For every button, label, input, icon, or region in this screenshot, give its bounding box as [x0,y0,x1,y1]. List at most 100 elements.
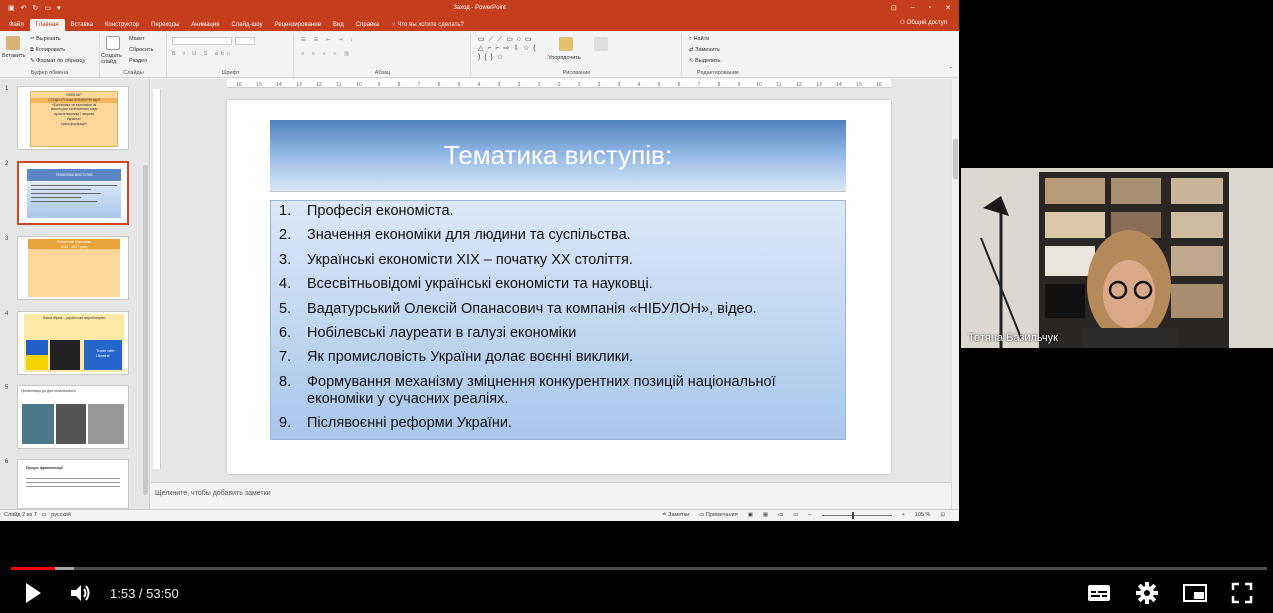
ruler-tick-label: 16 [876,82,882,88]
ruler-tick-label: 5 [658,82,661,88]
tab-file[interactable]: Файл [3,19,30,31]
new-slide-button[interactable]: Создать слайд [101,53,127,65]
format-painter-button[interactable]: ✎ Формат по образцу [30,58,85,64]
slide-sorter-icon[interactable]: ▦ [763,512,768,518]
quick-styles-icon[interactable] [594,37,608,51]
minimize-icon[interactable]: – [911,4,915,12]
slide-body[interactable]: 1. Професія економіста. 2. Значення економі… [270,200,846,440]
copy-label: Копировать [35,47,66,53]
find-button[interactable]: ⌕ Найти [689,36,709,43]
slide-canvas[interactable]: Тематика виступів: 1. Професія економіста… [227,100,891,474]
thumbnail-slide-6[interactable]: Процес фрагментації [17,459,129,509]
play-button[interactable] [22,581,44,610]
thumbnail-slide-1[interactable]: ВЕБІНАР СТУДЕНТСЬКА КОНФЕРЕНЦІЯ «Економі… [17,86,129,150]
slideshow-view-icon[interactable]: ▭ [793,512,798,518]
thumb-5-line: Презентація до Дня незалежності [21,389,76,393]
scrollbar-knob[interactable] [953,139,958,179]
ruler-tick-label: 16 [236,82,242,88]
reset-button[interactable]: Сбросить [129,47,153,53]
status-left: Слайд 2 из 7 ▭ русский [4,512,71,518]
arrange-button[interactable]: Упорядочить [548,55,581,61]
subtitles-button[interactable] [1086,581,1112,610]
ruler-tick-label: 4 [638,82,641,88]
thumbnail-slide-4[interactable]: Наша зброя – українське виробництво Trad… [17,311,129,375]
cut-button[interactable]: ✂ Вырезать [30,36,61,42]
share-button[interactable]: ⚇ Общий доступ [900,19,947,26]
font-size-select[interactable] [235,37,255,45]
miniplayer-icon [1183,584,1207,602]
collapse-ribbon-icon[interactable]: ⌃ [948,67,953,73]
tab-help[interactable]: Справка [350,19,386,31]
miniplayer-button[interactable] [1182,581,1208,610]
notes-toggle[interactable]: ≐ Заметки [662,512,689,518]
tab-animations[interactable]: Анимация [185,19,225,31]
thumbnail-slide-3[interactable]: Рейтингові показники 2022 - 2027 роки [17,236,129,300]
align-buttons[interactable]: ≡ ≡ ≡ ≡ ▥ [301,51,352,57]
thumbnails-scrollbar[interactable] [143,165,148,495]
new-slide-icon[interactable] [106,36,120,50]
comments-toggle[interactable]: ▭ Примечания [699,512,738,518]
paste-button[interactable]: Вставить [2,53,25,59]
ruler-tick-label: 11 [776,82,781,88]
tab-home[interactable]: Главная [29,19,65,31]
topic-text: Значення економіки для людини та суспіль… [307,227,631,244]
thumb-5-image [88,404,124,444]
tell-me-search[interactable]: ♀ Что вы хотите сделать? [385,19,470,31]
thumb-number: 1 [5,86,9,92]
maximize-icon[interactable]: ▫ [929,4,931,12]
settings-button[interactable] [1135,581,1159,610]
zoom-out-icon[interactable]: – [809,512,812,518]
tab-review[interactable]: Рецензирование [269,19,327,31]
normal-view-icon[interactable]: ▣ [748,512,753,518]
arrange-icon[interactable] [559,37,573,51]
tab-slideshow[interactable]: Слайд-шоу [225,19,268,31]
ruler-tick-label: 14 [276,82,282,88]
slides-group: Создать слайд Макет Сбросить Раздел Слай… [101,33,167,77]
list-buttons[interactable]: ☰ ☰ ⇤ ⇥ ↕ [301,37,356,43]
thumb-number: 5 [5,385,9,391]
shapes-gallery[interactable]: ▭ ⟋ ⟋ ▭ ○ ▭ △ ⌐ ⌐ ⇨ ⇩ ☆ ( ) { } ☆ [478,35,540,62]
topic-item: 9. Післявоєнні реформи України. [279,415,837,432]
thumb-2-body [27,182,121,218]
tab-view[interactable]: Вид [327,19,350,31]
section-button[interactable]: Раздел [129,58,147,64]
zoom-in-icon[interactable]: + [902,512,905,518]
layout-button[interactable]: Макет [129,36,145,42]
fullscreen-button[interactable] [1230,581,1254,610]
notes-pane[interactable]: Щелкните, чтобы добавить заметки [151,482,951,509]
poster-image [50,340,80,370]
thumb-2-title: ТЕМАТИКА ВИСТУПІВ [27,169,121,181]
topic-number: 5. [279,300,292,317]
ruler-tick-label: 8 [398,82,401,88]
thumbnail-slide-5[interactable]: Презентація до Дня незалежності [17,385,129,449]
thumb-text-line [31,193,101,194]
replace-button[interactable]: ⇄ Заменить [689,47,720,53]
select-button[interactable]: ↖ Выделить [689,58,721,64]
subtitles-icon [1088,585,1110,601]
tab-transitions[interactable]: Переходы [145,19,185,31]
topic-text: Професія економіста. [307,203,454,219]
zoom-slider[interactable] [821,511,892,519]
close-icon[interactable]: ✕ [945,4,951,12]
topic-item: 3. Українські економісти XIX – початку XX… [279,252,837,269]
volume-button[interactable] [68,581,92,610]
tab-design[interactable]: Конструктор [99,19,145,31]
zoom-level[interactable]: 105 % [915,512,931,518]
font-family-select[interactable] [172,37,232,45]
thumbnail-slide-2[interactable]: ТЕМАТИКА ВИСТУПІВ [17,161,129,225]
reading-view-icon[interactable]: ▭ [778,512,783,518]
slide-title[interactable]: Тематика виступів: [270,120,846,192]
ribbon-display-icon[interactable]: ⊡ [891,4,897,12]
paste-icon[interactable] [6,36,20,50]
spellcheck-icon[interactable]: ▭ [41,512,46,518]
language-indicator[interactable]: русский [51,512,71,518]
font-format-buttons[interactable]: B I U S abc [172,51,233,57]
tab-insert[interactable]: Вставка [65,19,99,31]
select-label: Выделить [695,58,721,64]
ruler-tick-label: 2 [518,82,521,88]
video-progress-bar[interactable] [11,567,1267,570]
thumb-1-content: ВЕБІНАР СТУДЕНТСЬКА КОНФЕРЕНЦІЯ «Економі… [30,91,118,147]
editor-scrollbar[interactable] [951,79,959,509]
copy-button[interactable]: ⧉ Копировать [30,47,65,54]
fit-slide-icon[interactable]: ⊡ [940,512,945,518]
